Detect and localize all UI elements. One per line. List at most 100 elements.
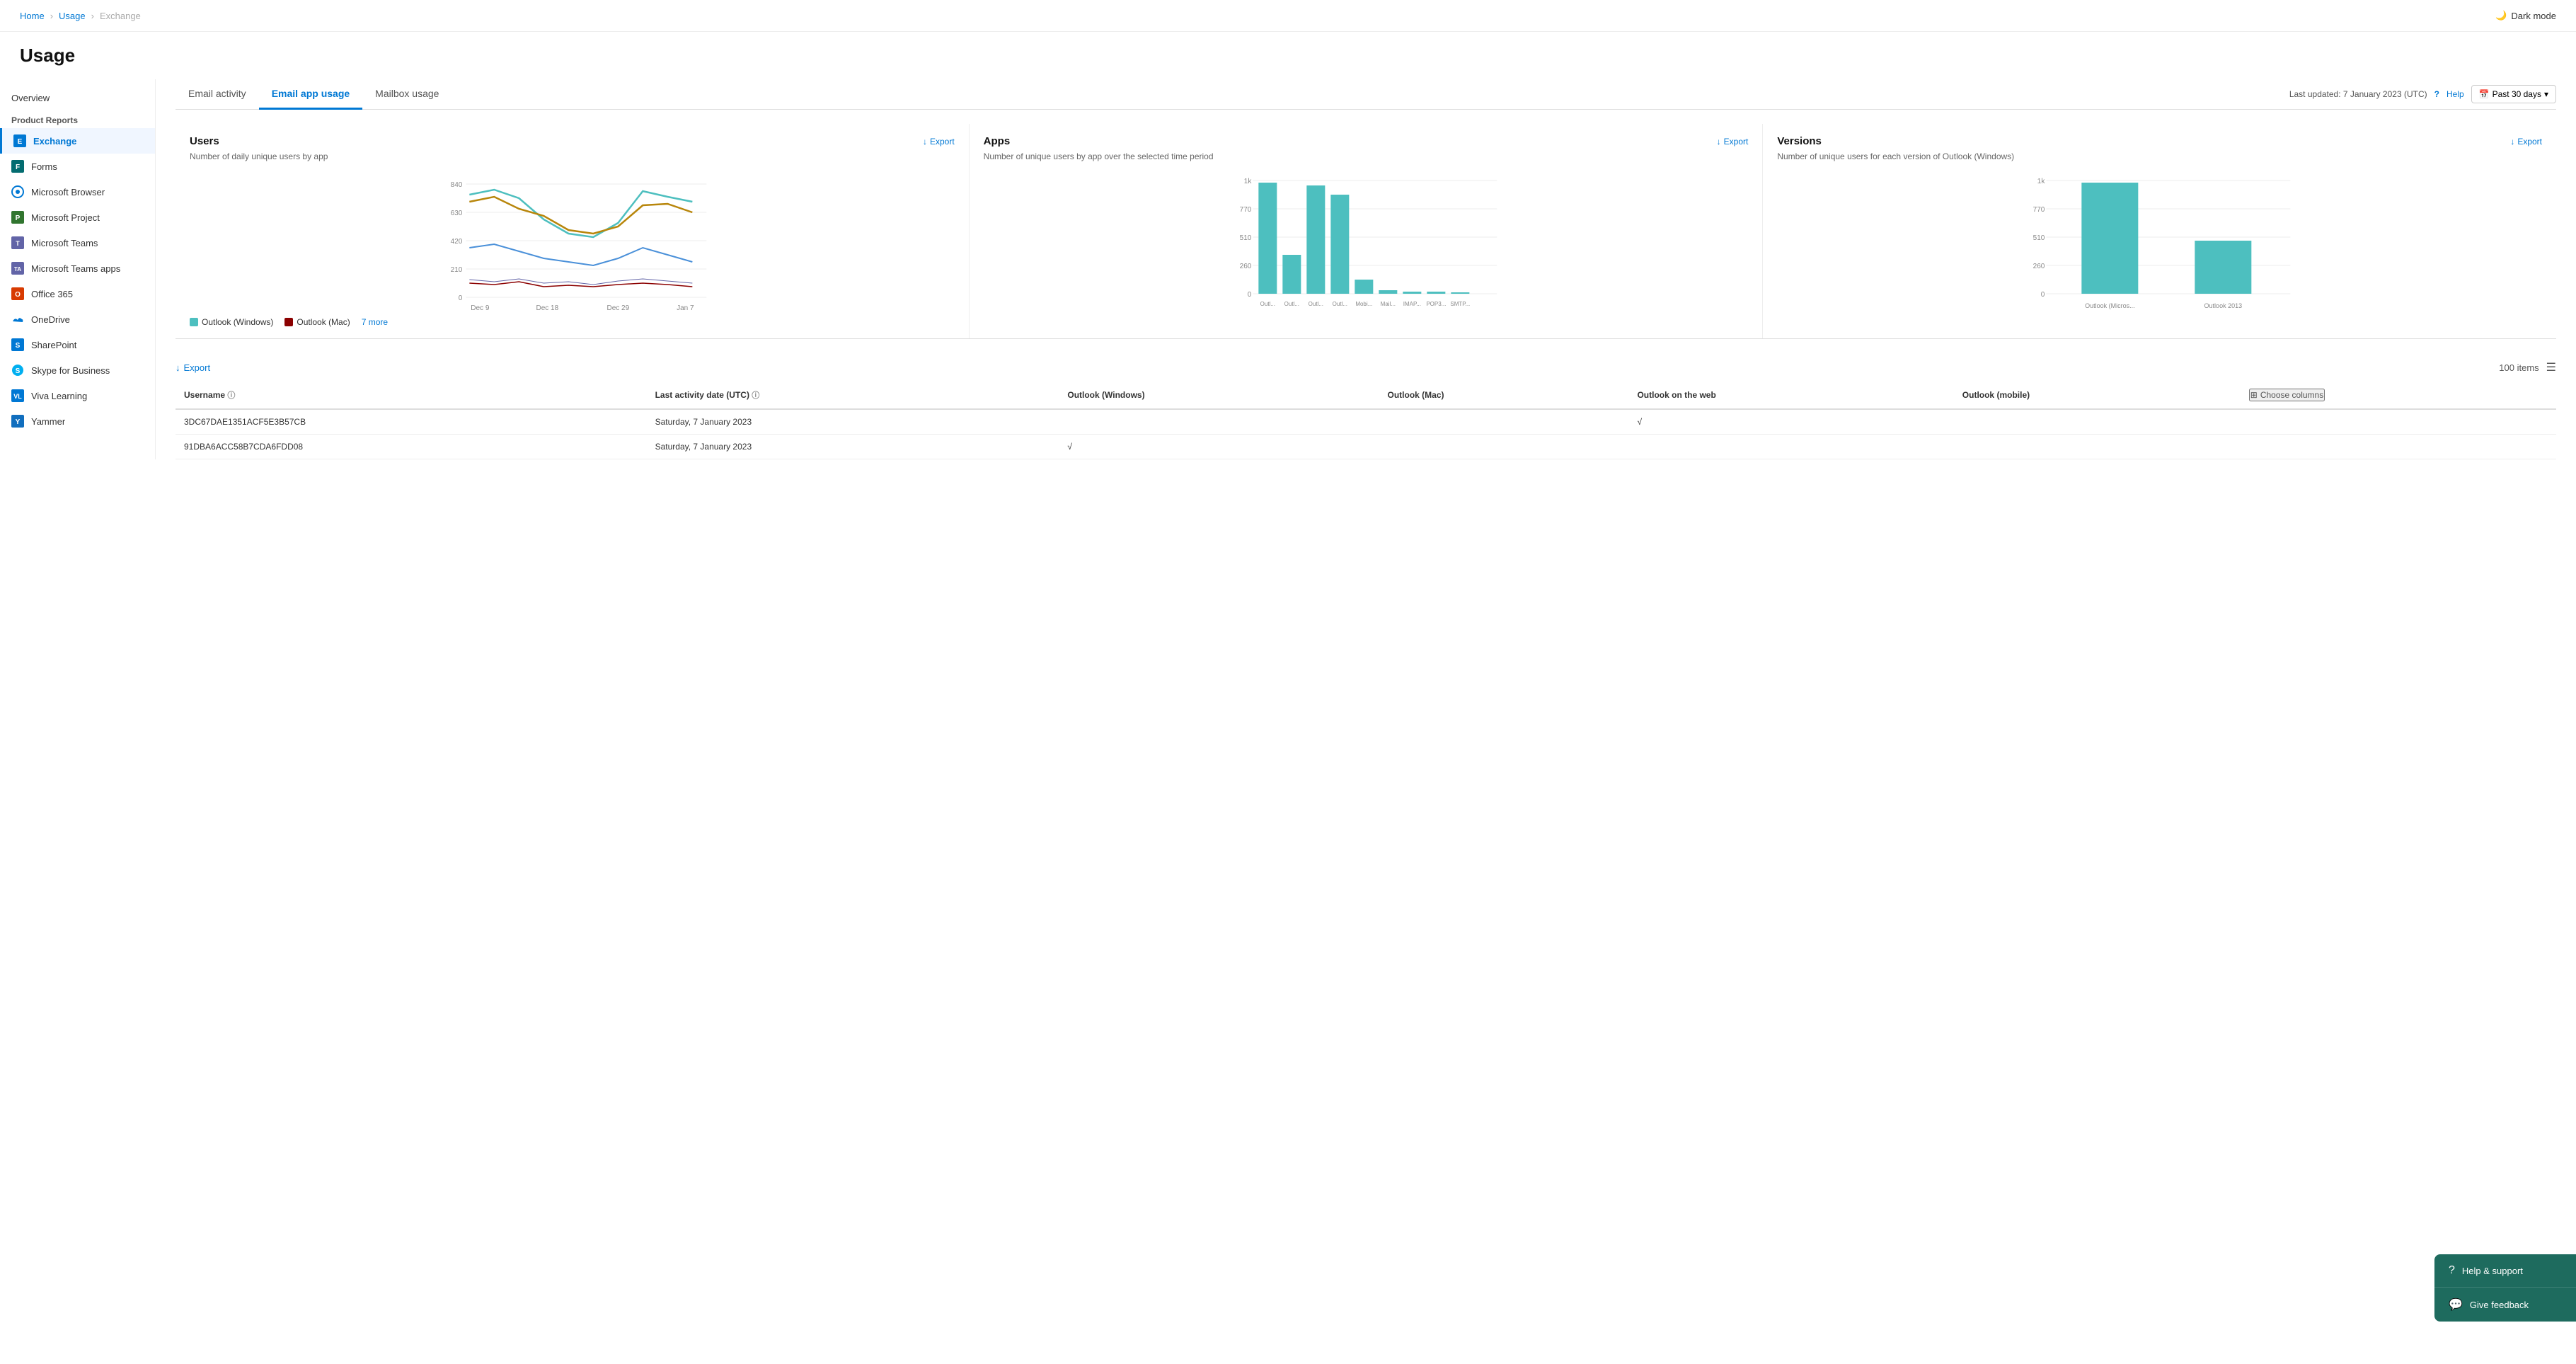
sidebar-item-yammer-label: Yammer	[31, 416, 65, 427]
versions-download-icon: ↓	[2510, 137, 2514, 147]
dark-mode-button[interactable]: 🌙 Dark mode	[2495, 10, 2556, 21]
help-link[interactable]: Help	[2446, 89, 2464, 99]
tabs-right: Last updated: 7 January 2023 (UTC) ? Hel…	[2289, 85, 2556, 103]
sidebar-item-microsoft-teams[interactable]: T Microsoft Teams	[0, 230, 155, 256]
row2-last-activity: Saturday, 7 January 2023	[647, 435, 1059, 459]
users-chart-title: Users	[190, 135, 219, 147]
sidebar-item-sharepoint[interactable]: S SharePoint	[0, 332, 155, 357]
apps-chart-panel: Apps ↓ Export Number of unique users by …	[970, 124, 1764, 338]
row1-mobile	[1954, 409, 2241, 435]
date-range-button[interactable]: 📅 Past 30 days ▾	[2471, 85, 2556, 103]
table-export-label: Export	[184, 362, 211, 373]
sidebar-item-onedrive[interactable]: OneDrive	[0, 306, 155, 332]
svg-text:Outlook (Micros...: Outlook (Micros...	[2085, 302, 2135, 309]
table-row: 91DBA6ACC58B7CDA6FDD08 Saturday, 7 Janua…	[176, 435, 2556, 459]
versions-chart-subtitle: Number of unique users for each version …	[1777, 151, 2542, 161]
svg-text:VL: VL	[13, 393, 22, 400]
svg-text:260: 260	[2033, 263, 2045, 270]
col-last-activity: Last activity date (UTC) ⓘ	[647, 382, 1059, 409]
svg-text:IMAP...: IMAP...	[1403, 301, 1420, 307]
tab-email-app-usage[interactable]: Email app usage	[259, 79, 362, 110]
download-icon: ↓	[923, 137, 927, 147]
legend-label-outlook-windows: Outlook (Windows)	[202, 317, 273, 327]
col-outlook-mac-label: Outlook (Mac)	[1388, 390, 1444, 400]
row1-last-activity: Saturday, 7 January 2023	[647, 409, 1059, 435]
svg-text:S: S	[16, 342, 21, 350]
sidebar-item-skype[interactable]: S Skype for Business	[0, 357, 155, 383]
legend-more-link[interactable]: 7 more	[362, 317, 388, 327]
svg-text:E: E	[18, 138, 23, 146]
tab-bar: Email activity Email app usage Mailbox u…	[176, 79, 2556, 110]
sidebar-item-exchange[interactable]: E Exchange	[0, 128, 155, 154]
choose-columns-button[interactable]: ⊞ Choose columns	[2249, 389, 2325, 401]
svg-text:770: 770	[2033, 206, 2045, 214]
moon-icon: 🌙	[2495, 10, 2507, 21]
help-support-label: Help & support	[2462, 1266, 2523, 1276]
svg-text:SMTP...: SMTP...	[1450, 301, 1470, 307]
svg-text:420: 420	[451, 238, 463, 246]
sidebar-item-browser-label: Microsoft Browser	[31, 187, 105, 197]
svg-text:TA: TA	[14, 266, 21, 273]
legend-color-outlook-mac	[284, 318, 293, 326]
versions-export-button[interactable]: ↓ Export	[2510, 137, 2542, 147]
items-count: 100 items	[2499, 362, 2538, 373]
apps-export-button[interactable]: ↓ Export	[1717, 137, 1749, 147]
svg-text:S: S	[16, 367, 21, 375]
help-support-button[interactable]: ? Help & support	[2434, 1254, 2576, 1288]
col-outlook-web-label: Outlook on the web	[1637, 390, 1715, 400]
breadcrumb-home[interactable]: Home	[20, 11, 45, 21]
viva-icon: VL	[11, 389, 24, 402]
charts-row: Users ↓ Export Number of daily unique us…	[176, 124, 2556, 339]
svg-text:0: 0	[459, 294, 463, 302]
col-username-info[interactable]: ⓘ	[227, 391, 235, 400]
apps-chart-title: Apps	[984, 135, 1011, 147]
columns-menu-icon[interactable]: ☰	[2546, 360, 2556, 374]
forms-icon: F	[11, 160, 24, 173]
chevron-down-icon: ▾	[2544, 89, 2548, 99]
table-toolbar: ↓ Export 100 items ☰	[176, 353, 2556, 382]
users-chart-subtitle: Number of daily unique users by app	[190, 151, 955, 161]
col-last-activity-info[interactable]: ⓘ	[752, 391, 759, 400]
breadcrumb-exchange: Exchange	[100, 11, 141, 21]
floating-help-panel: ? Help & support 💬 Give feedback	[2434, 1254, 2576, 1322]
row2-windows: √	[1059, 435, 1379, 459]
sidebar-item-yammer[interactable]: Y Yammer	[0, 408, 155, 434]
row1-mac	[1379, 409, 1629, 435]
row2-web	[1628, 435, 1953, 459]
svg-text:Mail...: Mail...	[1380, 301, 1395, 307]
row2-mac	[1379, 435, 1629, 459]
breadcrumb: Home › Usage › Exchange	[20, 11, 141, 21]
users-export-button[interactable]: ↓ Export	[923, 137, 955, 147]
onedrive-icon	[11, 313, 24, 326]
svg-text:210: 210	[451, 266, 463, 274]
sidebar-item-project-label: Microsoft Project	[31, 212, 100, 223]
tab-email-activity[interactable]: Email activity	[176, 79, 259, 110]
give-feedback-button[interactable]: 💬 Give feedback	[2434, 1288, 2576, 1322]
col-last-activity-label: Last activity date (UTC)	[655, 390, 749, 400]
sidebar-item-microsoft-browser[interactable]: Microsoft Browser	[0, 179, 155, 205]
tab-mailbox-usage[interactable]: Mailbox usage	[362, 79, 452, 110]
sidebar-item-overview[interactable]: Overview	[0, 86, 155, 110]
sidebar-item-office365[interactable]: O Office 365	[0, 281, 155, 306]
svg-text:Dec 18: Dec 18	[536, 304, 558, 311]
sidebar-item-viva-label: Viva Learning	[31, 391, 87, 401]
sidebar-item-teams-apps-label: Microsoft Teams apps	[31, 263, 120, 274]
sidebar-item-forms-label: Forms	[31, 161, 57, 172]
versions-export-label: Export	[2517, 137, 2542, 147]
breadcrumb-usage[interactable]: Usage	[59, 11, 86, 21]
col-outlook-mac: Outlook (Mac)	[1379, 382, 1629, 409]
header: Home › Usage › Exchange 🌙 Dark mode	[0, 0, 2576, 32]
sidebar-item-forms[interactable]: F Forms	[0, 154, 155, 179]
teams-icon: T	[11, 236, 24, 249]
svg-text:Mobi...: Mobi...	[1355, 301, 1372, 307]
skype-icon: S	[11, 364, 24, 377]
sidebar-item-microsoft-project[interactable]: P Microsoft Project	[0, 205, 155, 230]
sidebar-item-viva-learning[interactable]: VL Viva Learning	[0, 383, 155, 408]
users-chart-header: Users ↓ Export	[190, 135, 955, 147]
table-section: ↓ Export 100 items ☰ Username ⓘ	[176, 353, 2556, 459]
svg-text:770: 770	[1239, 206, 1251, 214]
office365-icon: O	[11, 287, 24, 300]
table-export-button[interactable]: ↓ Export	[176, 362, 210, 373]
sidebar-item-microsoft-teams-apps[interactable]: TA Microsoft Teams apps	[0, 256, 155, 281]
svg-text:Dec 29: Dec 29	[606, 304, 629, 311]
